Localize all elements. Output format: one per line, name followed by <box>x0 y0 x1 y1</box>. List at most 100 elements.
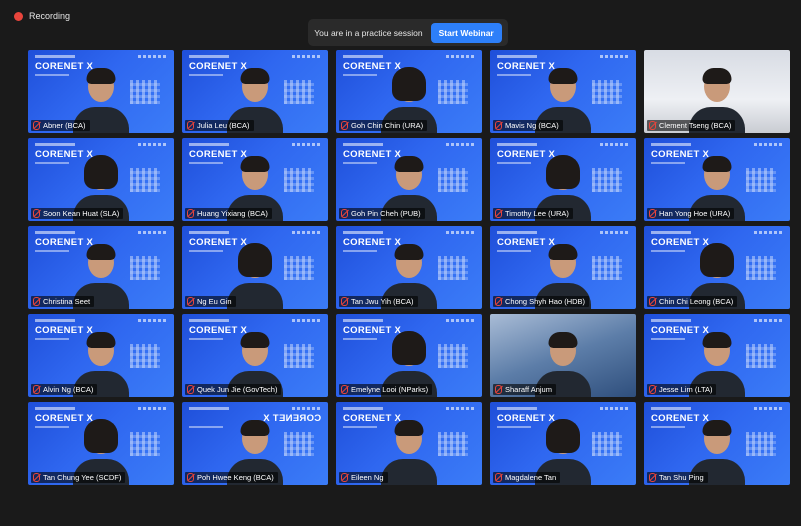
participant-tile[interactable]: CORENET X Alvin Ng (BCA) <box>28 314 174 397</box>
background-graphic <box>592 168 622 192</box>
webinar-header-bar <box>189 407 229 410</box>
webinar-header-bar <box>343 231 383 234</box>
recording-indicator: Recording <box>14 11 70 21</box>
webinar-logos-strip <box>138 55 168 58</box>
participant-hair <box>548 68 578 84</box>
participant-tile[interactable]: Clement Tseng (BCA) <box>644 50 790 133</box>
background-graphic <box>746 256 776 280</box>
participant-tile[interactable]: CORENET X Eileen Ng <box>336 402 482 485</box>
participant-tile[interactable]: CORENET X Quek Jun Jie (GovTech) <box>182 314 328 397</box>
muted-mic-icon <box>187 385 194 394</box>
webinar-date-line <box>497 250 531 252</box>
participant-name: Emelyne Looi (NParks) <box>351 385 429 394</box>
participant-tile[interactable]: Sharaff Anjum <box>490 314 636 397</box>
webinar-logos-strip <box>754 319 784 322</box>
participant-video <box>379 415 439 485</box>
webinar-header-bar <box>497 143 537 146</box>
webinar-date-line <box>343 426 377 428</box>
participant-hair <box>394 244 424 260</box>
participant-tile[interactable]: CORENET X Jesse Lim (LTA) <box>644 314 790 397</box>
webinar-logos-strip <box>446 407 476 410</box>
background-graphic <box>592 80 622 104</box>
participant-hair <box>240 68 270 84</box>
participant-name: Julia Leu (BCA) <box>197 121 250 130</box>
participant-tile[interactable]: CORENET X Chin Chi Leong (BCA) <box>644 226 790 309</box>
background-graphic <box>130 344 160 368</box>
webinar-date-line <box>651 250 685 252</box>
muted-mic-icon <box>33 385 40 394</box>
participant-tile[interactable]: CORENET X Ng Eu Gin <box>182 226 328 309</box>
participant-name: Chong Shyh Hao (HDB) <box>505 297 586 306</box>
participant-tile[interactable]: CORENET X Magdalene Tan <box>490 402 636 485</box>
webinar-date-line <box>497 162 531 164</box>
webinar-date-line <box>35 250 69 252</box>
webinar-header-bar <box>189 143 229 146</box>
webinar-header-bar <box>343 55 383 58</box>
participant-name-tag: Soon Kean Huat (SLA) <box>31 208 124 219</box>
webinar-date-line <box>35 162 69 164</box>
participant-name: Goh Pin Cheh (PUB) <box>351 209 421 218</box>
start-webinar-button[interactable]: Start Webinar <box>430 22 502 43</box>
participant-tile[interactable]: CORENET X Timothy Lee (URA) <box>490 138 636 221</box>
participant-tile[interactable]: CORENET X Tan Shu Ping <box>644 402 790 485</box>
practice-session-message: You are in a practice session <box>314 27 423 38</box>
participant-name: Goh Chin Chin (URA) <box>351 121 424 130</box>
participant-tile[interactable]: CORENET X Julia Leu (BCA) <box>182 50 328 133</box>
webinar-header-bar <box>497 407 537 410</box>
webinar-header-bar <box>189 55 229 58</box>
muted-mic-icon <box>649 209 656 218</box>
webinar-header-bar <box>651 407 691 410</box>
participant-name: Tan Shu Ping <box>659 473 704 482</box>
participant-tile[interactable]: CORENET X Goh Chin Chin (URA) <box>336 50 482 133</box>
participant-hair <box>548 332 578 348</box>
webinar-date-line <box>189 338 223 340</box>
participant-name: Eileen Ng <box>351 473 384 482</box>
participant-tile[interactable]: CORENET X Goh Pin Cheh (PUB) <box>336 138 482 221</box>
background-graphic <box>746 432 776 456</box>
webinar-date-line <box>497 74 531 76</box>
webinar-header-bar <box>35 231 75 234</box>
participant-hair <box>394 420 424 436</box>
participant-name: Timothy Lee (URA) <box>505 209 569 218</box>
participant-name-tag: Goh Pin Cheh (PUB) <box>339 208 425 219</box>
video-gallery: CORENET X Abner (BCA) CORENET X Julia Leu (… <box>28 50 790 485</box>
participant-hair <box>702 420 732 436</box>
webinar-header-bar <box>497 55 537 58</box>
participant-name: Magdalene Tan <box>505 473 557 482</box>
participant-tile[interactable]: CORENET X Tan Chung Yee (SCDF) <box>28 402 174 485</box>
participant-name-tag: Timothy Lee (URA) <box>493 208 573 219</box>
participant-name-tag: Quek Jun Jie (GovTech) <box>185 384 282 395</box>
participant-tile[interactable]: CORENET X Abner (BCA) <box>28 50 174 133</box>
webinar-date-line <box>343 338 377 340</box>
participant-tile[interactable]: CORENET X Emelyne Looi (NParks) <box>336 314 482 397</box>
webinar-header-bar <box>651 319 691 322</box>
webinar-logos-strip <box>600 143 630 146</box>
webinar-date-line <box>343 162 377 164</box>
participant-name: Alvin Ng (BCA) <box>43 385 94 394</box>
webinar-logos-strip <box>138 407 168 410</box>
participant-hair <box>84 419 118 453</box>
participant-hair <box>392 67 426 101</box>
webinar-header-bar <box>35 143 75 146</box>
participant-hair <box>548 244 578 260</box>
participant-name: Mavis Ng (BCA) <box>505 121 559 130</box>
participant-tile[interactable]: CORENET X Chong Shyh Hao (HDB) <box>490 226 636 309</box>
participant-hair <box>702 332 732 348</box>
muted-mic-icon <box>341 385 348 394</box>
participant-tile[interactable]: CORENET X Christina Seet <box>28 226 174 309</box>
webinar-header-bar <box>651 143 691 146</box>
participant-tile[interactable]: CORENET X Tan Jwu Yih (BCA) <box>336 226 482 309</box>
webinar-date-line <box>189 426 223 428</box>
muted-mic-icon <box>33 297 40 306</box>
participant-name: Poh Hwee Keng (BCA) <box>197 473 274 482</box>
participant-tile[interactable]: CORENET X Huang Yixiang (BCA) <box>182 138 328 221</box>
webinar-logos-strip <box>446 143 476 146</box>
webinar-date-line <box>189 162 223 164</box>
participant-tile[interactable]: CORENET X Mavis Ng (BCA) <box>490 50 636 133</box>
participant-name: Abner (BCA) <box>43 121 86 130</box>
participant-tile[interactable]: CORENET X Han Yong Hoe (URA) <box>644 138 790 221</box>
webinar-header-bar <box>497 231 537 234</box>
participant-tile[interactable]: CORENET X Poh Hwee Keng (BCA) <box>182 402 328 485</box>
participant-tile[interactable]: CORENET X Soon Kean Huat (SLA) <box>28 138 174 221</box>
muted-mic-icon <box>649 385 656 394</box>
